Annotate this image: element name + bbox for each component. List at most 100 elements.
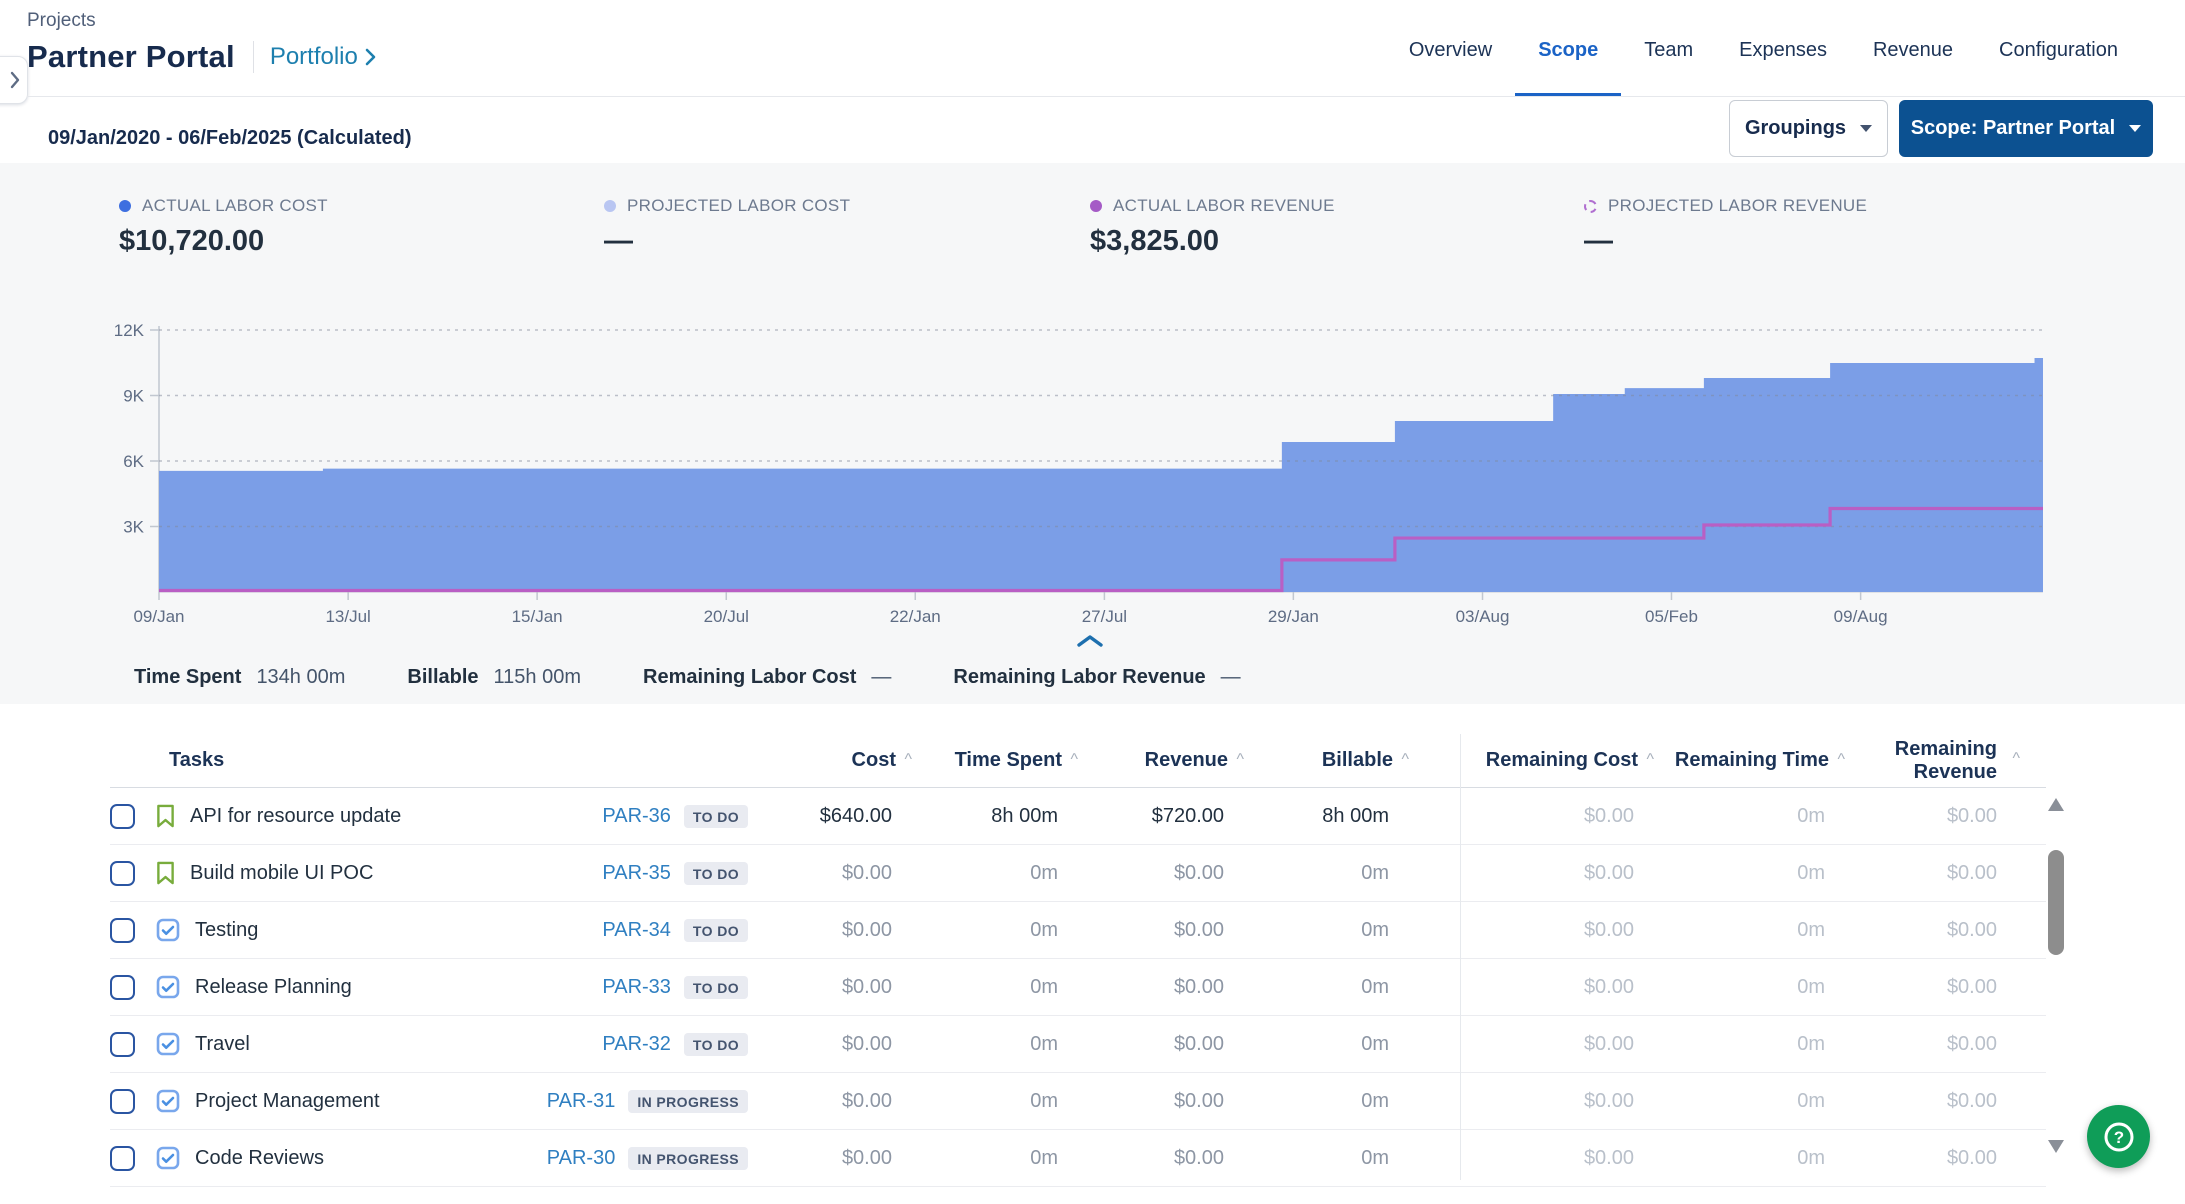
remaining-revenue-cell: $0.00 [1825,919,2046,942]
stat-head: PROJECTED LABOR REVENUE [1584,196,1867,216]
tab-scope[interactable]: Scope [1515,0,1621,97]
remaining-cost-cell: $0.00 [1460,1147,1634,1170]
table-column-divider [1460,734,1461,1180]
scrollbar-thumb[interactable] [2048,850,2064,955]
task-key-link[interactable]: PAR-34 [602,919,671,942]
chevron-up-icon [1076,634,1104,648]
row-checkbox[interactable] [110,1146,135,1171]
summary-billable: Billable115h 00m [407,666,581,689]
breadcrumb-projects[interactable]: Projects [27,10,96,32]
task-name: Travel [195,1033,250,1056]
column-header-remaining-revenue[interactable]: Remaining Revenue^ [1825,738,2046,784]
stat-value: — [604,225,850,258]
table-row: Project ManagementPAR-31IN PROGRESS$0.00… [110,1073,2046,1130]
status-badge: IN PROGRESS [628,1147,748,1170]
column-header-label: Revenue [1145,749,1228,771]
remaining-time-cell: 0m [1634,919,1825,942]
task-key-link[interactable]: PAR-35 [602,862,671,885]
column-header-label: Remaining Revenue [1895,738,1997,783]
row-checkbox[interactable] [110,918,135,943]
status-badge: TO DO [684,976,748,999]
stat-head: ACTUAL LABOR COST [119,196,328,216]
tab-bar: OverviewScopeTeamExpensesRevenueConfigur… [1386,0,2141,97]
task-name: Build mobile UI POC [190,862,373,885]
status-badge: TO DO [684,919,748,942]
scrollbar-down-arrow[interactable] [2048,1140,2064,1153]
task-key-link[interactable]: PAR-31 [547,1090,616,1113]
summary-remaining-labor-revenue: Remaining Labor Revenue— [953,666,1240,689]
billable-cell: 0m [1224,976,1389,999]
stat-label: PROJECTED LABOR COST [627,196,850,216]
x-tick-label: 29/Jan [1268,607,1319,626]
svg-text:?: ? [2113,1128,2123,1147]
summary-label: Time Spent [134,666,241,689]
task-cell: TestingPAR-34TO DO [110,902,748,958]
time-spent-cell: 0m [892,1033,1058,1056]
remaining-revenue-cell: $0.00 [1825,805,2046,828]
revenue-cell: $0.00 [1058,1033,1224,1056]
row-checkbox[interactable] [110,1032,135,1057]
row-checkbox[interactable] [110,861,135,886]
task-key-link[interactable]: PAR-36 [602,805,671,828]
row-checkbox[interactable] [110,975,135,1000]
x-tick-label: 22/Jan [890,607,941,626]
table-row: Build mobile UI POCPAR-35TO DO$0.000m$0.… [110,845,2046,902]
task-key-link[interactable]: PAR-33 [602,976,671,999]
row-checkbox[interactable] [110,1089,135,1114]
remaining-cost-cell: $0.00 [1460,976,1634,999]
column-header-revenue[interactable]: Revenue^ [1058,749,1224,772]
y-tick-label: 6K [123,452,144,471]
time-spent-cell: 0m [892,919,1058,942]
revenue-cell: $0.00 [1058,1090,1224,1113]
story-icon [156,861,175,885]
column-header-label: Billable [1322,749,1393,771]
tab-revenue[interactable]: Revenue [1850,0,1976,97]
summary-remaining-labor-cost: Remaining Labor Cost— [643,666,891,689]
portfolio-link[interactable]: Portfolio [270,43,376,71]
column-header-cost[interactable]: Cost^ [748,749,892,772]
tab-overview[interactable]: Overview [1386,0,1515,97]
stat-head: PROJECTED LABOR COST [604,196,850,216]
column-header-label: Cost [852,749,896,771]
summary-value: 134h 00m [256,666,345,689]
table-row: Code ReviewsPAR-30IN PROGRESS$0.000m$0.0… [110,1130,2046,1187]
task-name: API for resource update [190,805,401,828]
tasks-table-header: TasksCost^Time Spent^Revenue^Billable^Re… [110,734,2046,788]
cost-cell: $0.00 [748,1090,892,1113]
dot-icon [119,200,131,212]
revenue-cell: $0.00 [1058,862,1224,885]
column-header-remaining-time[interactable]: Remaining Time^ [1634,749,1825,772]
column-header-tasks: Tasks [110,749,748,772]
task-name: Project Management [195,1090,380,1113]
story-icon [156,804,175,828]
scope-filter-button[interactable]: Scope: Partner Portal [1899,100,2153,157]
scrollbar-up-arrow[interactable] [2048,798,2064,811]
tab-configuration[interactable]: Configuration [1976,0,2141,97]
y-tick-label: 3K [123,518,144,537]
remaining-time-cell: 0m [1634,862,1825,885]
table-row: TestingPAR-34TO DO$0.000m$0.000m$0.000m$… [110,902,2046,959]
x-tick-label: 09/Jan [133,607,184,626]
stat-label: PROJECTED LABOR REVENUE [1608,196,1867,216]
task-key-link[interactable]: PAR-32 [602,1033,671,1056]
summary-time-spent: Time Spent 134h 00m [134,666,345,689]
collapse-chart-button[interactable] [1072,631,1108,653]
sidebar-expand-button[interactable] [0,56,28,104]
stat-value: $3,825.00 [1090,225,1335,258]
billable-cell: 0m [1224,1090,1389,1113]
tab-team[interactable]: Team [1621,0,1716,97]
column-header-remaining-cost[interactable]: Remaining Cost^ [1460,749,1634,772]
column-header-label: Remaining Cost [1486,749,1638,771]
stat-head: ACTUAL LABOR REVENUE [1090,196,1335,216]
cost-cell: $640.00 [748,805,892,828]
table-row: API for resource updatePAR-36TO DO$640.0… [110,788,2046,845]
task-key-link[interactable]: PAR-30 [547,1147,616,1170]
groupings-button[interactable]: Groupings [1729,100,1888,157]
row-checkbox[interactable] [110,804,135,829]
column-header-time-spent[interactable]: Time Spent^ [892,749,1058,772]
task-icon [156,975,180,999]
help-button[interactable]: ? [2087,1105,2150,1168]
tab-expenses[interactable]: Expenses [1716,0,1850,97]
cost-overview-panel: ACTUAL LABOR COST$10,720.00PROJECTED LAB… [0,163,2185,704]
column-header-billable[interactable]: Billable^ [1224,749,1389,772]
